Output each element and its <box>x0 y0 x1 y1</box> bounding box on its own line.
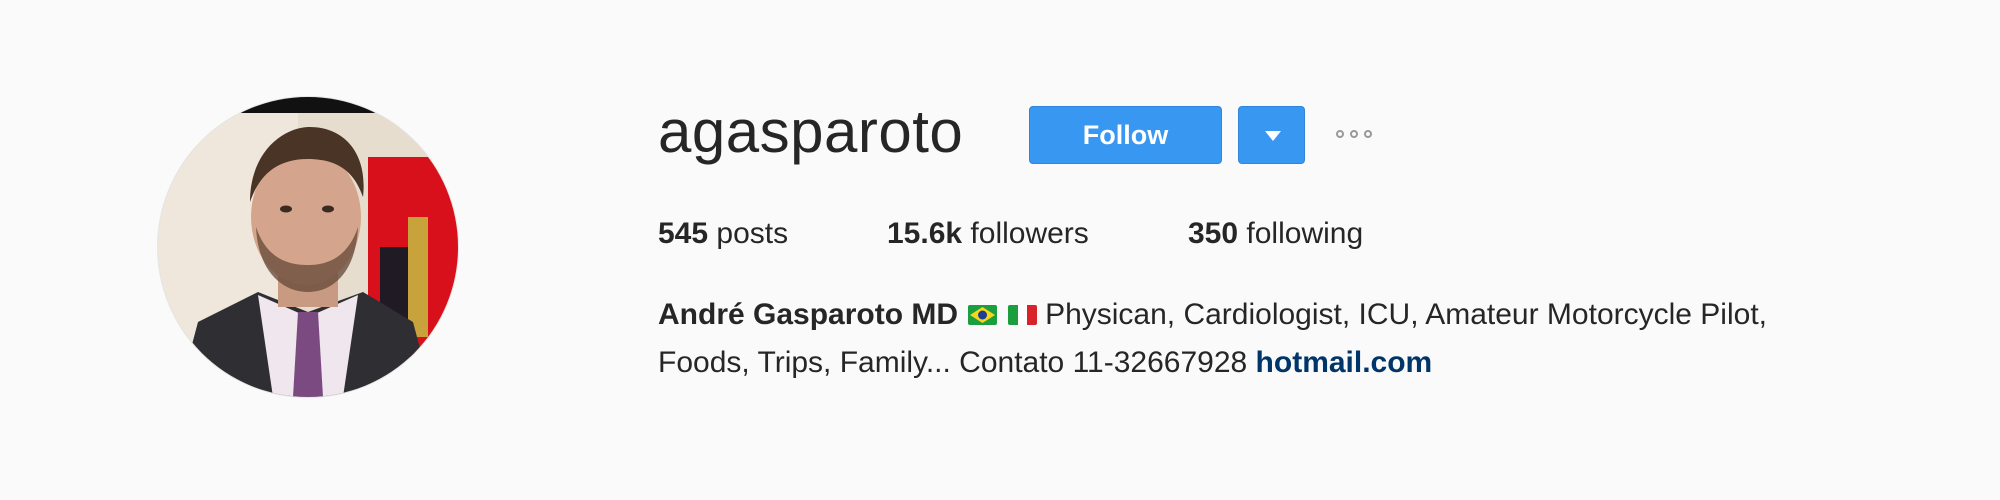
following-count: 350 <box>1188 217 1239 250</box>
ellipsis-dot <box>1364 130 1372 138</box>
ellipsis-dot <box>1336 130 1344 138</box>
profile-bio: André Gasparoto MD Physican, Cardiologis… <box>658 291 1958 387</box>
bio-text-line-2: Foods, Trips, Family... Contato 11-32667… <box>658 346 1248 379</box>
follow-options-button[interactable] <box>1238 106 1305 164</box>
italy-flag-icon <box>1007 305 1037 325</box>
username: agasparoto <box>658 98 964 165</box>
ellipsis-dot <box>1350 130 1358 138</box>
more-options-button[interactable] <box>1332 126 1382 144</box>
full-name: André Gasparoto MD <box>658 298 959 331</box>
avatar-photo <box>158 97 458 397</box>
posts-label: posts <box>716 217 789 250</box>
following-label: following <box>1246 217 1364 250</box>
caret-down-icon <box>1265 131 1281 141</box>
followers-count: 15.6k <box>887 217 963 250</box>
followers-label: followers <box>970 217 1089 250</box>
brazil-flag-icon <box>968 305 998 325</box>
following-stat[interactable]: 350 following <box>1188 214 1363 254</box>
follow-button[interactable]: Follow <box>1029 106 1222 164</box>
bio-text-line-1: Physican, Cardiologist, ICU, Amateur Mot… <box>1045 298 1767 331</box>
followers-stat[interactable]: 15.6k followers <box>887 214 1089 254</box>
profile-header: agasparoto Follow 545 posts 15.6k follow… <box>0 0 2000 500</box>
posts-count: 545 <box>658 217 709 250</box>
avatar[interactable] <box>157 96 459 398</box>
bio-link[interactable]: hotmail.com <box>1256 346 1433 379</box>
posts-stat: 545 posts <box>658 214 788 254</box>
